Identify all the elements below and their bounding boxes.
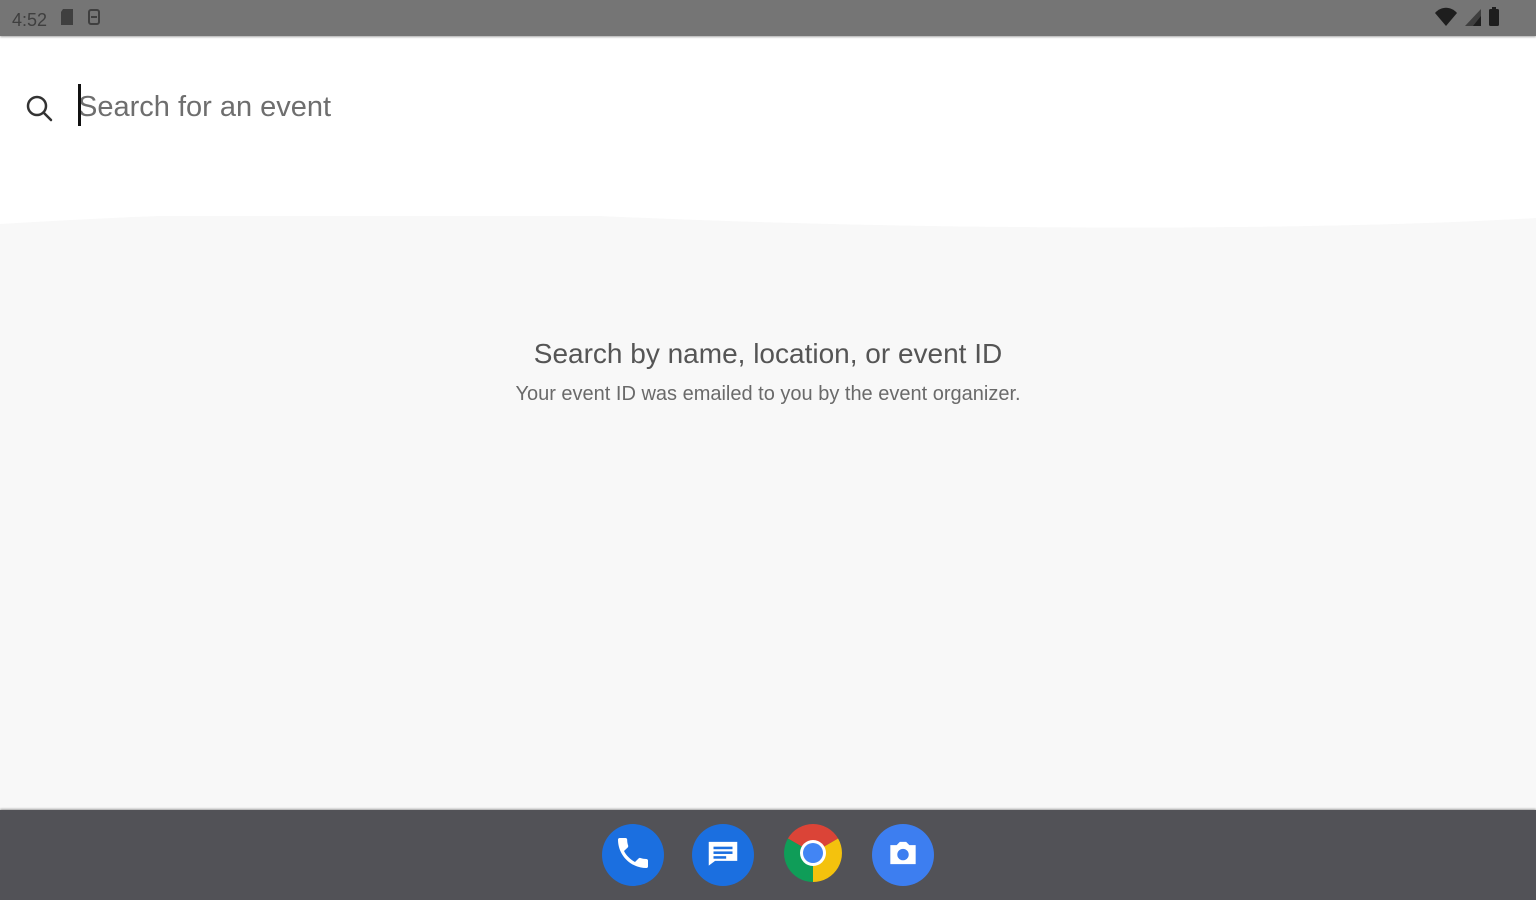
status-time: 4:52 [12, 9, 48, 30]
wifi-icon [1434, 7, 1458, 32]
sd-card-icon [59, 8, 75, 31]
status-bar: 4:52 [0, 0, 1536, 36]
header-curve [0, 200, 1536, 228]
phone-app-button[interactable] [602, 824, 664, 886]
cell-signal-icon [1464, 7, 1482, 32]
chrome-icon [782, 822, 844, 889]
messages-icon [704, 834, 742, 877]
camera-icon [884, 834, 922, 877]
status-right [1434, 7, 1500, 32]
search-input[interactable] [78, 84, 778, 130]
battery-icon [1488, 7, 1500, 32]
camera-app-button[interactable] [872, 824, 934, 886]
storage-icon [87, 8, 101, 31]
chrome-app-button[interactable] [782, 822, 844, 889]
phone-icon [613, 833, 653, 878]
empty-state: Search by name, location, or event ID Yo… [0, 332, 1536, 408]
empty-state-title: Search by name, location, or event ID [533, 338, 1003, 369]
app-dock [0, 810, 1536, 900]
text-cursor [78, 84, 81, 126]
messages-app-button[interactable] [692, 824, 754, 886]
empty-state-subtitle: Your event ID was emailed to you by the … [515, 383, 1021, 405]
search-icon[interactable] [24, 93, 54, 123]
status-left: 4:52 [12, 8, 101, 31]
